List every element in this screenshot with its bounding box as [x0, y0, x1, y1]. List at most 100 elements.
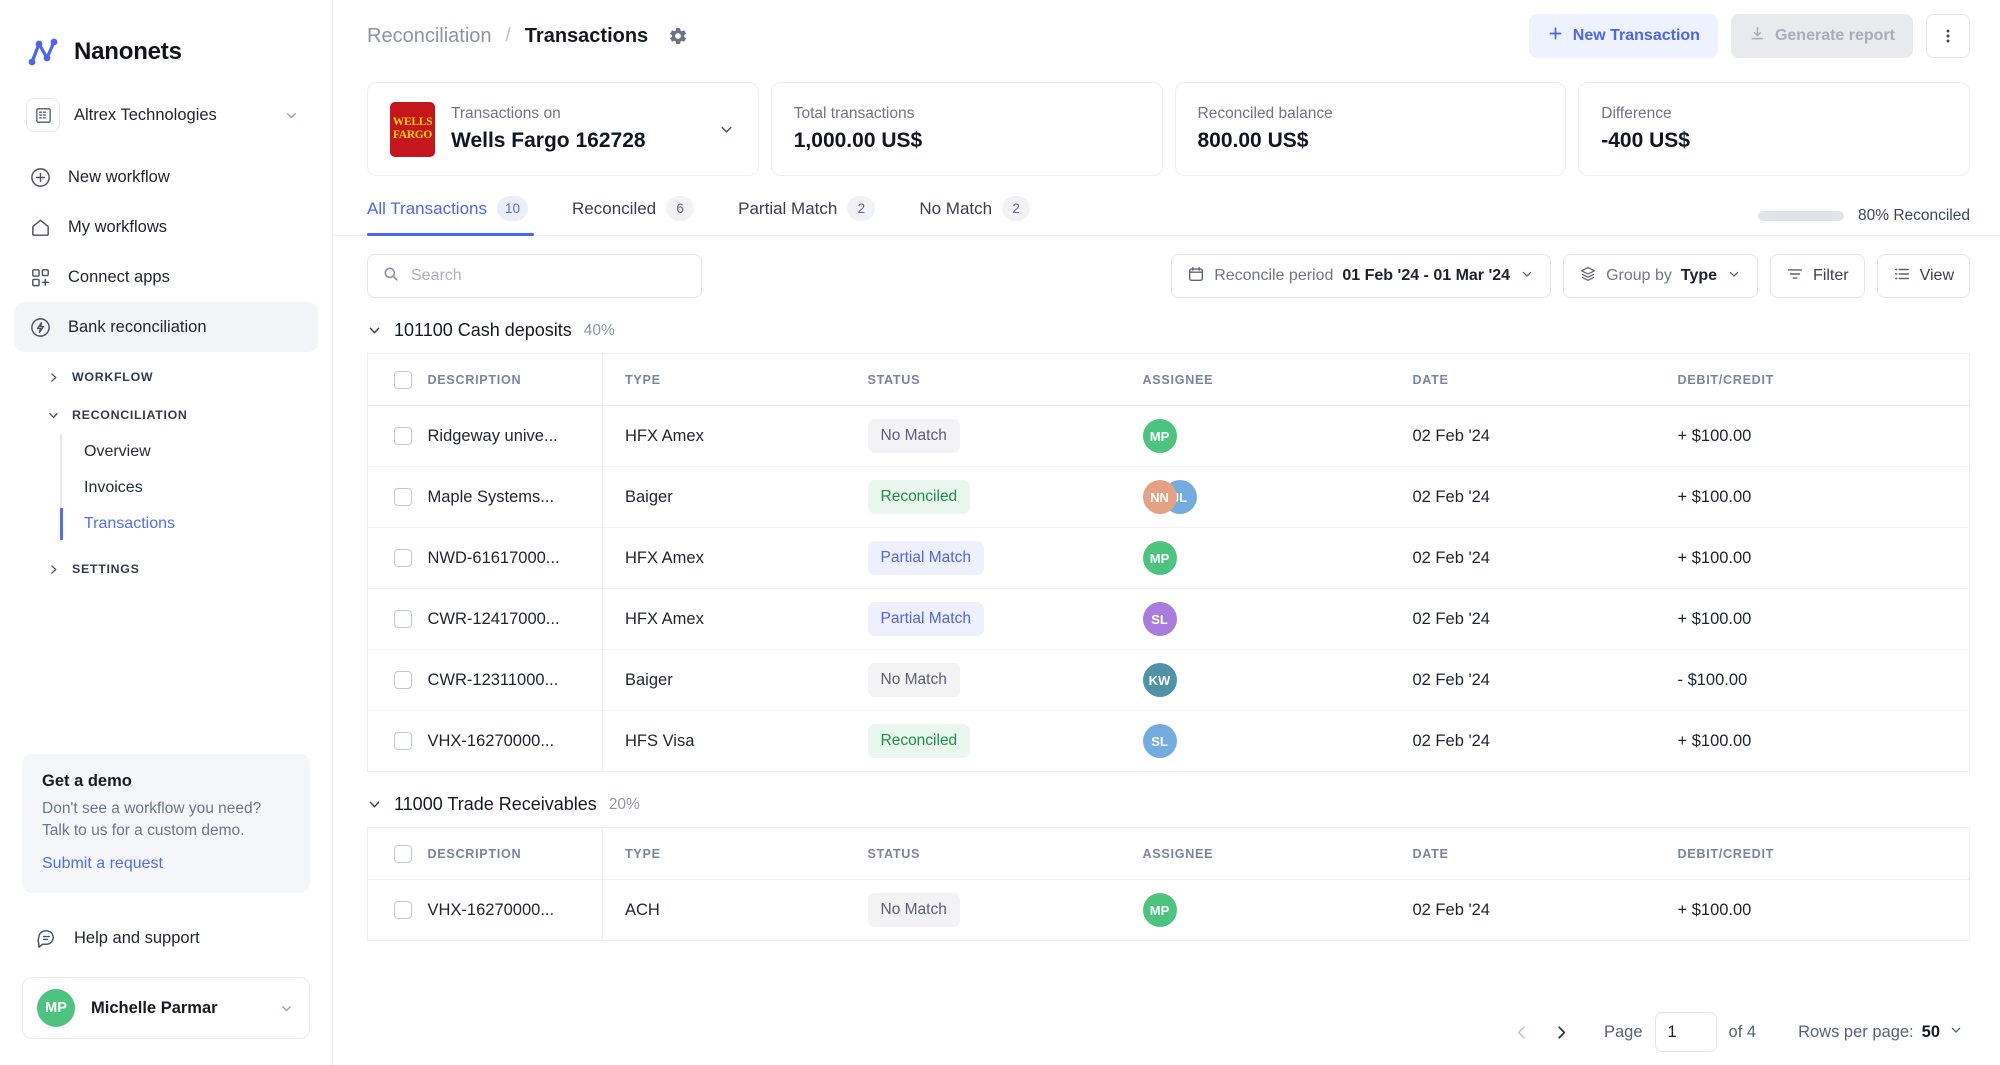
- prev-page-button[interactable]: [1502, 1012, 1542, 1052]
- sidebar-spacer: [0, 588, 332, 754]
- sidebar-item-my-workflows[interactable]: My workflows: [14, 202, 318, 252]
- chevron-down-icon[interactable]: [717, 120, 736, 139]
- row-checkbox[interactable]: [394, 549, 412, 567]
- row-checkbox-cell: [368, 650, 428, 711]
- table-row[interactable]: VHX-16270000...ACHNo MatchMP02 Feb '24+ …: [368, 880, 1970, 941]
- layers-icon: [1579, 265, 1597, 288]
- column-header[interactable]: TYPE: [603, 354, 868, 406]
- building-icon: [26, 98, 60, 132]
- sidebar-item-label: Connect apps: [68, 268, 170, 287]
- view-button[interactable]: View: [1877, 254, 1970, 298]
- column-header[interactable]: ASSIGNEE: [1143, 828, 1413, 880]
- select-all-checkbox[interactable]: [394, 371, 412, 389]
- column-header[interactable]: TYPE: [603, 828, 868, 880]
- status-badge: No Match: [868, 419, 960, 453]
- tab-label: Partial Match: [738, 199, 837, 219]
- filter-label: Filter: [1813, 267, 1849, 285]
- plus-icon: [1547, 25, 1564, 47]
- table-row[interactable]: Ridgeway unive...HFX AmexNo MatchMP02 Fe…: [368, 406, 1970, 467]
- assignee-avatars[interactable]: MP: [1143, 419, 1413, 453]
- sidebar-item-transactions[interactable]: Transactions: [62, 506, 318, 542]
- group-header[interactable]: 101100 Cash deposits40%: [367, 298, 1970, 353]
- sidebar-item-bank-reconciliation[interactable]: Bank reconciliation: [14, 302, 318, 352]
- row-checkbox[interactable]: [394, 488, 412, 506]
- sidebar-item-invoices[interactable]: Invoices: [62, 470, 318, 506]
- stat-body: Difference -400 US$: [1601, 105, 1947, 153]
- generate-report-label: Generate report: [1775, 27, 1895, 45]
- sidebar-group-label: RECONCILIATION: [72, 408, 188, 422]
- tab-all-transactions[interactable]: All Transactions 10: [367, 196, 550, 235]
- next-page-button[interactable]: [1542, 1012, 1582, 1052]
- cell-amount: - $100.00: [1678, 650, 1970, 711]
- column-header[interactable]: DATE: [1413, 828, 1678, 880]
- column-header[interactable]: ASSIGNEE: [1143, 354, 1413, 406]
- cell-type: HFX Amex: [603, 528, 868, 589]
- help-label: Help and support: [74, 929, 200, 948]
- help-and-support-item[interactable]: Help and support: [22, 915, 310, 961]
- assignee-avatars[interactable]: MP: [1143, 541, 1413, 575]
- cell-amount: + $100.00: [1678, 528, 1970, 589]
- tab-no-match[interactable]: No Match 2: [897, 196, 1052, 235]
- reconcile-period-control[interactable]: Reconcile period 01 Feb '24 - 01 Mar '24: [1171, 254, 1551, 298]
- table-row[interactable]: Maple Systems...BaigerReconciledNNJL02 F…: [368, 467, 1970, 528]
- generate-report-button[interactable]: Generate report: [1731, 14, 1913, 58]
- sidebar-group-settings[interactable]: SETTINGS: [28, 550, 318, 588]
- row-checkbox[interactable]: [394, 427, 412, 445]
- filter-icon: [1786, 265, 1804, 288]
- demo-title: Get a demo: [42, 772, 290, 791]
- column-header[interactable]: DEBIT/CREDIT: [1678, 354, 1970, 406]
- sidebar-item-overview[interactable]: Overview: [62, 434, 318, 470]
- new-transaction-label: New Transaction: [1573, 27, 1700, 45]
- search-input[interactable]: [411, 267, 687, 285]
- row-checkbox[interactable]: [394, 671, 412, 689]
- stat-card-reconciled-balance: Reconciled balance 800.00 US$: [1175, 82, 1567, 176]
- stat-value: 1,000.00 US$: [794, 129, 1140, 153]
- get-a-demo-card: Get a demo Don't see a workflow you need…: [22, 754, 310, 893]
- cell-description: NWD-61617000...: [428, 528, 603, 589]
- tab-reconciled[interactable]: Reconciled 6: [550, 196, 716, 235]
- assignee-avatars[interactable]: SL: [1143, 602, 1413, 636]
- more-vertical-icon[interactable]: [1926, 14, 1970, 58]
- table-row[interactable]: CWR-12311000...BaigerNo MatchKW02 Feb '2…: [368, 650, 1970, 711]
- column-header[interactable]: DATE: [1413, 354, 1678, 406]
- group-header[interactable]: 11000 Trade Receivables20%: [367, 772, 1970, 827]
- stat-value: -400 US$: [1601, 129, 1947, 153]
- cell-status: Partial Match: [868, 589, 1143, 650]
- sidebar-group-reconciliation[interactable]: RECONCILIATION: [28, 396, 318, 434]
- group-by-control[interactable]: Group by Type: [1563, 254, 1758, 298]
- submit-a-request-link[interactable]: Submit a request: [42, 855, 290, 873]
- row-checkbox-cell: [368, 711, 428, 772]
- chevron-down-icon: [278, 1000, 295, 1017]
- user-profile-card[interactable]: MP Michelle Parmar: [22, 977, 310, 1039]
- column-header[interactable]: DESCRIPTION: [428, 354, 603, 406]
- org-switcher[interactable]: Altrex Technologies: [22, 92, 310, 138]
- gear-icon[interactable]: [668, 26, 688, 46]
- column-header[interactable]: DESCRIPTION: [428, 828, 603, 880]
- cell-assignee: MP: [1143, 406, 1413, 467]
- row-checkbox[interactable]: [394, 610, 412, 628]
- search-box[interactable]: [367, 254, 702, 298]
- row-checkbox[interactable]: [394, 901, 412, 919]
- page-number-input[interactable]: [1655, 1012, 1717, 1052]
- select-all-checkbox[interactable]: [394, 845, 412, 863]
- table-row[interactable]: CWR-12417000...HFX AmexPartial MatchSL02…: [368, 589, 1970, 650]
- assignee-avatars[interactable]: SL: [1143, 724, 1413, 758]
- column-header[interactable]: STATUS: [868, 828, 1143, 880]
- row-checkbox[interactable]: [394, 732, 412, 750]
- filter-button[interactable]: Filter: [1770, 254, 1865, 298]
- breadcrumb-parent[interactable]: Reconciliation: [367, 25, 492, 48]
- rows-per-page-control[interactable]: Rows per page: 50: [1798, 1022, 1964, 1043]
- column-header[interactable]: STATUS: [868, 354, 1143, 406]
- assignee-avatars[interactable]: NNJL: [1143, 480, 1413, 514]
- column-header[interactable]: DEBIT/CREDIT: [1678, 828, 1970, 880]
- sidebar-item-connect-apps[interactable]: Connect apps: [14, 252, 318, 302]
- assignee-avatars[interactable]: MP: [1143, 893, 1413, 927]
- sidebar-item-new-workflow[interactable]: New workflow: [14, 152, 318, 202]
- table-row[interactable]: NWD-61617000...HFX AmexPartial MatchMP02…: [368, 528, 1970, 589]
- sidebar-group-workflow[interactable]: WORKFLOW: [28, 358, 318, 396]
- tab-partial-match[interactable]: Partial Match 2: [716, 196, 897, 235]
- assignee-avatars[interactable]: KW: [1143, 663, 1413, 697]
- bank-selector-card[interactable]: WELLS FARGO Transactions on Wells Fargo …: [367, 82, 759, 176]
- table-row[interactable]: VHX-16270000...HFS VisaReconciledSL02 Fe…: [368, 711, 1970, 772]
- new-transaction-button[interactable]: New Transaction: [1529, 14, 1718, 58]
